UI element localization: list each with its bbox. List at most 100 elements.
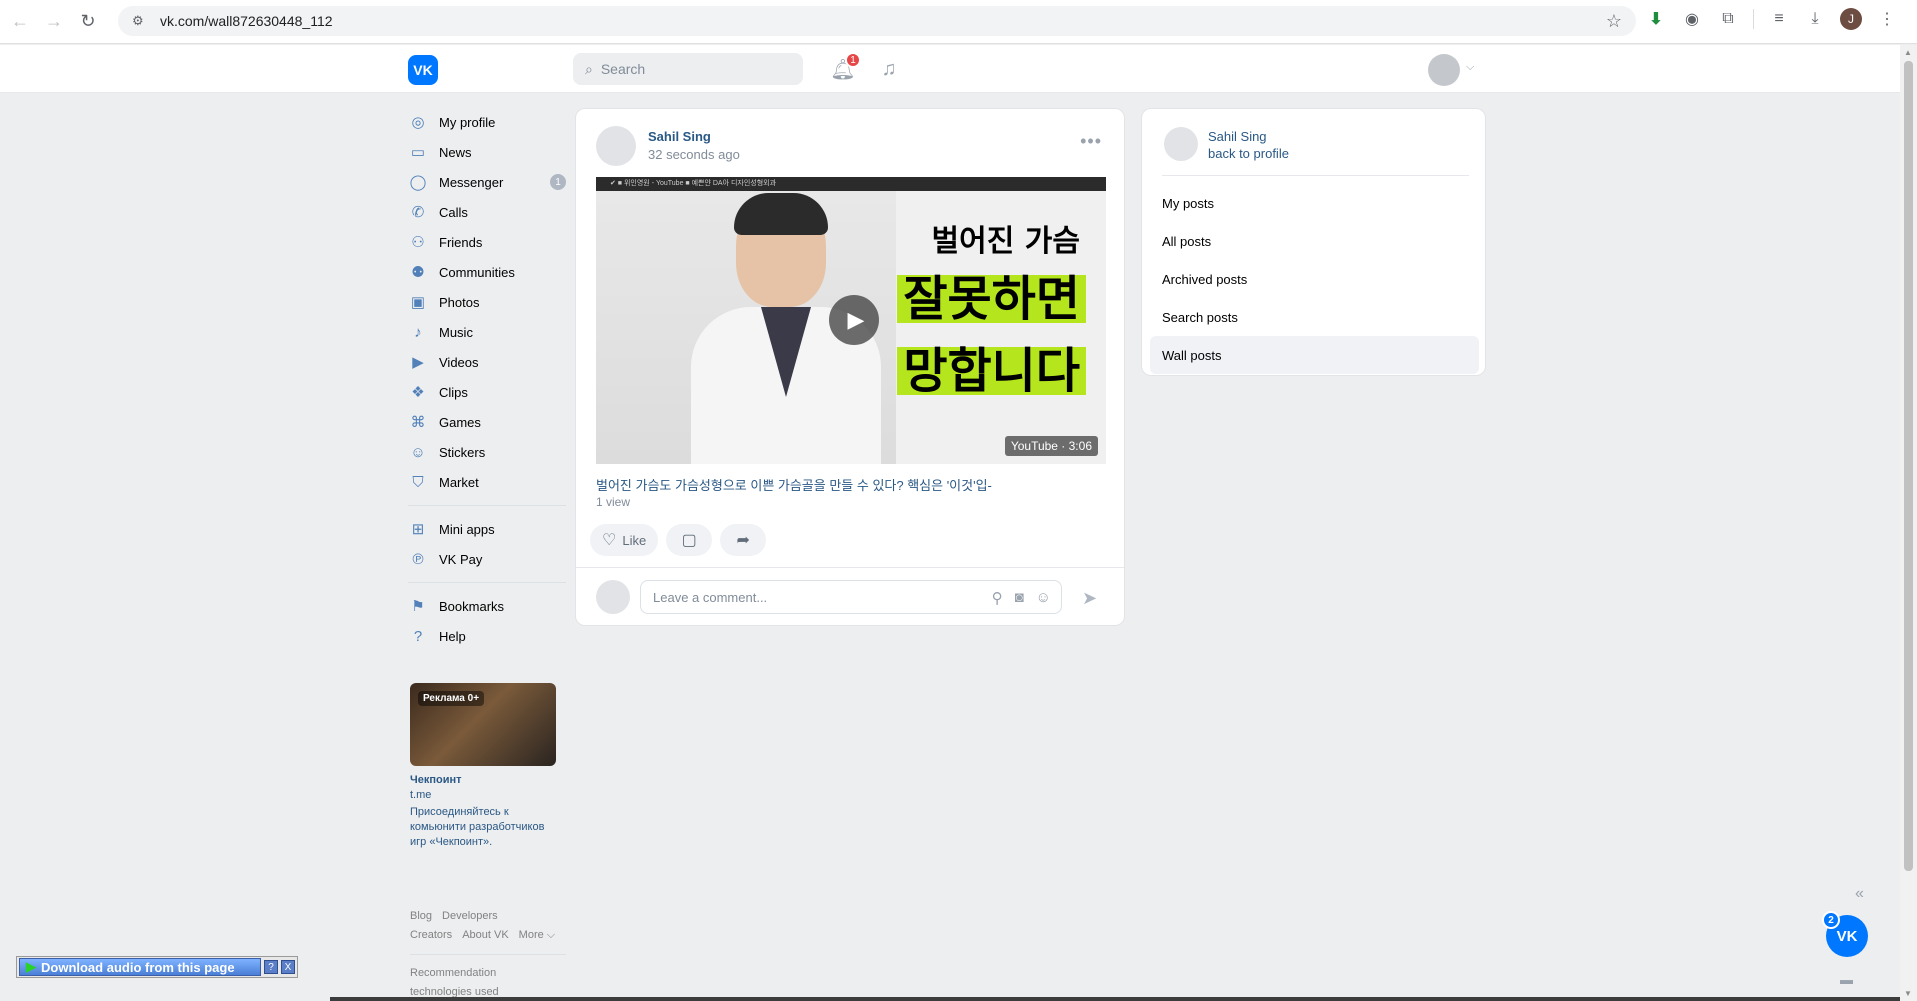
footer-link-more[interactable]: More ⌵ — [519, 929, 555, 941]
footer-link-blog[interactable]: Blog — [410, 910, 432, 922]
search-box[interactable]: ⌕ — [573, 53, 803, 85]
sidebar-item-photos[interactable]: ▣ Photos — [408, 287, 566, 317]
comment-button[interactable]: ▢ — [666, 524, 713, 556]
user-circle-icon: ◎ — [411, 114, 425, 131]
downloads-icon[interactable]: ⤓ — [1804, 8, 1826, 30]
camera-icon[interactable]: ◙ — [1015, 589, 1024, 607]
sidebar-item-vk-pay[interactable]: ℗ VK Pay — [408, 544, 566, 574]
sidebar-item-friends[interactable]: ⚇ Friends — [408, 227, 566, 257]
owner-avatar[interactable] — [1164, 127, 1198, 161]
more-dots-icon[interactable]: ••• — [1080, 131, 1102, 152]
url-text[interactable]: vk.com/wall872630448_112 — [160, 13, 333, 29]
media-queue-icon[interactable]: ≡ — [1768, 8, 1790, 30]
video-views: 1 view — [596, 495, 631, 509]
back-to-profile-link[interactable]: back to profile — [1208, 146, 1289, 161]
footer-recommendation[interactable]: Recommendation — [410, 964, 570, 983]
back-arrow-icon[interactable]: ← — [6, 8, 34, 36]
sidebar-item-bookmarks[interactable]: ⚑ Bookmarks — [408, 591, 566, 621]
scroll-up-icon[interactable]: ▲ — [1904, 48, 1912, 57]
sidebar-item-clips[interactable]: ❖ Clips — [408, 377, 566, 407]
photo-icon: ▣ — [410, 294, 426, 311]
filter-wall-posts[interactable]: Wall posts — [1150, 336, 1479, 374]
like-label: Like — [622, 532, 647, 548]
ad-label: Реклама 0+ — [418, 691, 485, 706]
sidebar-item-label: Mini apps — [439, 521, 495, 537]
sidebar-item-news[interactable]: ▭ News — [408, 137, 566, 167]
footer-link-creators[interactable]: Creators — [410, 929, 452, 941]
puzzle-extensions-icon[interactable]: ⧉ — [1717, 8, 1739, 30]
search-input[interactable] — [600, 61, 781, 77]
header-avatar[interactable] — [1428, 54, 1460, 86]
post-time[interactable]: 32 seconds ago — [648, 147, 740, 162]
attach-icon[interactable]: ⚲ — [992, 589, 1003, 607]
sidebar-item-label: My profile — [439, 114, 496, 130]
collapse-icon[interactable]: « — [1855, 885, 1864, 903]
forward-arrow-icon[interactable]: → — [40, 8, 68, 36]
sidebar-item-communities[interactable]: ⚉ Communities — [408, 257, 566, 287]
send-icon[interactable]: ➤ — [1082, 588, 1097, 609]
music-icon: ♪ — [414, 323, 422, 341]
comment-input[interactable] — [653, 589, 953, 605]
wall-post: Sahil Sing 32 seconds ago ••• ✔ ■ 위인영원 -… — [575, 108, 1125, 626]
page-scrollbar[interactable]: ▲ ▼ — [1900, 45, 1917, 1001]
notification-badge: 1 — [845, 52, 861, 68]
sidebar-item-calls[interactable]: ✆ Calls — [408, 197, 566, 227]
scroll-thumb[interactable] — [1904, 61, 1913, 871]
sidebar-item-my-profile[interactable]: ◎ My profile — [408, 107, 566, 137]
download-audio-button[interactable]: ▶ Download audio from this page — [19, 958, 261, 976]
thumbnail-text-line2: 잘못하면 — [897, 275, 1086, 323]
sidebar-item-mini-apps[interactable]: ⊞ Mini apps — [408, 514, 566, 544]
sidebar-ad[interactable]: Реклама 0+ Чекпоинт t.me Присоединяйтесь… — [410, 683, 556, 850]
sidebar-item-help[interactable]: ? Help — [408, 621, 566, 651]
sidebar-item-label: Photos — [439, 294, 480, 310]
chat-bubble-icon[interactable]: ▬ — [1840, 972, 1853, 987]
filter-my-posts[interactable]: My posts — [1150, 184, 1479, 222]
bell-icon[interactable]: 🔔︎ 1 — [830, 52, 861, 82]
filter-archived-posts[interactable]: Archived posts — [1150, 260, 1479, 298]
color-extension-icon[interactable]: ◉ — [1681, 8, 1703, 30]
comment-box[interactable]: ⚲ ◙ ☺ — [640, 580, 1062, 614]
menu-dots-icon[interactable]: ⋮ — [1876, 8, 1898, 30]
sidebar-item-games[interactable]: ⌘ Games — [408, 407, 566, 437]
share-button[interactable]: ➦ — [720, 524, 767, 556]
video-duration: YouTube · 3:06 — [1004, 436, 1098, 456]
sidebar-item-market[interactable]: ⛉ Market — [408, 467, 566, 497]
pay-icon: ℗ — [412, 550, 424, 568]
post-author[interactable]: Sahil Sing — [648, 129, 711, 144]
owner-name[interactable]: Sahil Sing — [1208, 129, 1267, 144]
ad-text[interactable]: Присоединяйтесь к комьюнити разработчико… — [410, 805, 556, 850]
ad-domain[interactable]: t.me — [410, 789, 556, 801]
sidebar-item-music[interactable]: ♪ Music — [408, 317, 566, 347]
profile-avatar[interactable]: J — [1840, 8, 1862, 30]
vk-logo[interactable]: VK — [408, 55, 438, 85]
like-button[interactable]: ♡ Like — [590, 524, 659, 556]
video-title[interactable]: 벌어진 가슴도 가슴성형으로 이쁜 가슴골을 만들 수 있다? 핵심은 '이것'… — [596, 475, 992, 494]
reload-icon[interactable]: ↻ — [74, 8, 102, 36]
ad-image[interactable]: Реклама 0+ — [410, 683, 556, 766]
download-close-button[interactable]: X — [281, 960, 295, 974]
play-icon[interactable]: ▶ — [829, 295, 879, 345]
sidebar-item-videos[interactable]: ▶ Videos — [408, 347, 566, 377]
site-settings-icon[interactable]: ⚙ — [132, 13, 148, 29]
emoji-icon[interactable]: ☺ — [1036, 589, 1051, 607]
bookmark-star-icon[interactable]: ☆ — [1606, 11, 1622, 32]
address-bar[interactable]: ⚙ vk.com/wall872630448_112 ☆ — [118, 6, 1636, 36]
chevron-down-icon[interactable]: ⌵ — [1466, 61, 1474, 74]
sidebar-item-label: Bookmarks — [439, 598, 505, 614]
sidebar-item-messenger[interactable]: ◯ Messenger 1 — [408, 167, 566, 197]
download-extension-icon[interactable]: ⬇ — [1645, 8, 1667, 30]
vk-messenger-float-button[interactable]: 2 VK — [1822, 911, 1868, 957]
footer-link-developers[interactable]: Developers — [442, 910, 498, 922]
sidebar-item-label: News — [439, 144, 472, 160]
download-help-button[interactable]: ? — [264, 960, 278, 974]
filter-search-posts[interactable]: Search posts — [1150, 298, 1479, 336]
author-avatar[interactable] — [596, 126, 636, 166]
filter-all-posts[interactable]: All posts — [1150, 222, 1479, 260]
gamepad-icon: ⌘ — [410, 414, 426, 431]
ad-title[interactable]: Чекпоинт — [410, 774, 556, 786]
video-thumbnail[interactable]: ✔ ■ 위인영원 - YouTube ■ 예쁜얀 DA아 디자인성형외과 벌어진… — [596, 177, 1106, 464]
footer-link-about[interactable]: About VK — [462, 929, 508, 941]
sidebar-item-stickers[interactable]: ☺ Stickers — [408, 437, 566, 467]
music-note-icon[interactable]: ♫ — [876, 56, 902, 82]
scroll-down-icon[interactable]: ▼ — [1904, 989, 1912, 998]
